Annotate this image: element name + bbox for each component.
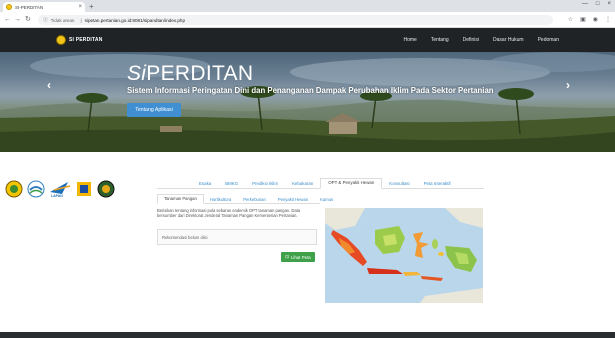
tab-peta-interaktif[interactable]: Peta Interaktif xyxy=(417,178,458,189)
map-image xyxy=(325,208,483,303)
hero-title: SiPERDITAN xyxy=(127,62,253,86)
subtab-kamus[interactable]: Kamus xyxy=(314,194,339,204)
recommendation-box: Rekomendasi belum diisi xyxy=(157,229,317,245)
site-logo-icon[interactable] xyxy=(56,35,66,45)
maximize-button[interactable]: □ xyxy=(596,1,600,7)
address-bar[interactable]: ⓘ Tidak aman | sipetan.pertanian.go.id:8… xyxy=(38,15,553,25)
pupr-logo-icon[interactable] xyxy=(74,179,94,199)
hero-landscape-image xyxy=(0,52,615,152)
browser-tab-title: SI-PERDITAN xyxy=(15,4,44,10)
bnpb-logo-icon[interactable] xyxy=(96,179,116,199)
browser-tab[interactable]: SI-PERDITAN × xyxy=(3,2,85,12)
url-text: sipetan.pertanian.go.id:8081/sipandtan/i… xyxy=(84,17,186,23)
tab-prediksi-iklim[interactable]: Prediksi Iklim xyxy=(245,178,285,189)
info-text: Berisikan tentang informasi pola sebaran… xyxy=(157,208,301,219)
partner-logos: LAPAN xyxy=(4,179,116,199)
hero-carousel: SiPERDITAN Sistem Informasi Peringatan D… xyxy=(0,52,615,152)
separator: | xyxy=(80,17,82,23)
site-brand[interactable]: SI PERDITAN xyxy=(69,37,103,43)
profile-icon[interactable]: ◉ xyxy=(593,16,598,24)
hero-title-prefix: Si xyxy=(127,62,147,85)
menu-dasar-hukum[interactable]: Dasar Hukum xyxy=(493,37,524,43)
new-tab-button[interactable]: + xyxy=(89,2,94,11)
subtab-tanaman-pangan[interactable]: Tanaman Pangan xyxy=(157,194,204,204)
tab-konsultasi[interactable]: Konsultasi xyxy=(382,178,416,189)
bookmark-star-icon[interactable]: ☆ xyxy=(568,16,573,24)
subtab-penyakit-hewan[interactable]: Penyakit Hewan xyxy=(272,194,314,204)
hero-title-main: PERDITAN xyxy=(146,62,254,85)
kementan-logo-icon[interactable] xyxy=(4,179,24,199)
subtab-hortikultura[interactable]: Hortikultura xyxy=(204,194,237,204)
lapan-logo-text: LAPAN xyxy=(51,194,63,198)
extension-icon[interactable]: ▣ xyxy=(580,16,586,24)
info-icon[interactable]: ⓘ xyxy=(43,17,48,23)
security-label: Tidak aman xyxy=(50,17,75,23)
minimize-button[interactable]: — xyxy=(582,1,588,7)
carousel-next-icon[interactable]: › xyxy=(566,78,570,92)
close-tab-icon[interactable]: × xyxy=(78,4,82,10)
lapan-logo-icon[interactable]: LAPAN xyxy=(48,179,72,199)
menu-tentang[interactable]: Tentang xyxy=(431,37,449,43)
hero-subtitle: Sistem Informasi Peringatan Dini dan Pen… xyxy=(127,86,494,95)
site-navbar: SI PERDITAN Home Tentang Definisi Dasar … xyxy=(0,28,615,52)
recommendation-text: Rekomendasi belum diisi xyxy=(162,235,208,240)
view-map-label: Lihat Peta xyxy=(290,254,311,260)
browser-toolbar: ← → ↻ ⓘ Tidak aman | sipetan.pertanian.g… xyxy=(0,12,615,28)
view-map-button[interactable]: ⊡ Lihat Peta xyxy=(281,252,315,262)
subtab-perkebunan[interactable]: Perkebunan xyxy=(237,194,272,204)
tab-kebakaran[interactable]: Kebakaran xyxy=(285,178,320,189)
back-arrow-icon[interactable]: ← xyxy=(4,15,11,25)
bmkg-logo-icon[interactable] xyxy=(26,179,46,199)
close-window-button[interactable]: × xyxy=(607,1,611,7)
forward-arrow-icon[interactable]: → xyxy=(14,15,21,25)
reload-icon[interactable]: ↻ xyxy=(25,15,31,25)
browser-tab-bar: SI-PERDITAN × + — □ × xyxy=(0,0,615,12)
main-menu: Home Tentang Definisi Dasar Hukum Pedoma… xyxy=(403,37,559,43)
carousel-prev-icon[interactable]: ‹ xyxy=(47,78,51,92)
tab-bmkg[interactable]: BMKG xyxy=(218,178,245,189)
window-controls: — □ × xyxy=(582,1,611,7)
tab-opt-penyakit-hewan[interactable]: OPT & Penyakit Hewan xyxy=(320,178,383,189)
menu-pedoman[interactable]: Pedoman xyxy=(538,37,559,43)
site-footer xyxy=(0,332,615,338)
about-app-button[interactable]: Tentang Aplikasi xyxy=(127,103,181,117)
tab-esaka[interactable]: Esaka xyxy=(192,178,218,189)
sub-tabs: Tanaman Pangan Hortikultura Perkebunan P… xyxy=(157,193,339,204)
menu-home[interactable]: Home xyxy=(403,37,416,43)
map-icon: ⊡ xyxy=(285,254,289,259)
menu-definisi[interactable]: Definisi xyxy=(463,37,479,43)
menu-dots-icon[interactable]: ⋮ xyxy=(605,16,611,24)
extension-icons: ☆ ▣ ◉ ⋮ xyxy=(568,16,611,24)
indonesia-map[interactable] xyxy=(325,208,483,303)
favicon-icon xyxy=(6,4,12,10)
main-tabs: Esaka BMKG Prediksi Iklim Kebakaran OPT … xyxy=(192,176,458,189)
